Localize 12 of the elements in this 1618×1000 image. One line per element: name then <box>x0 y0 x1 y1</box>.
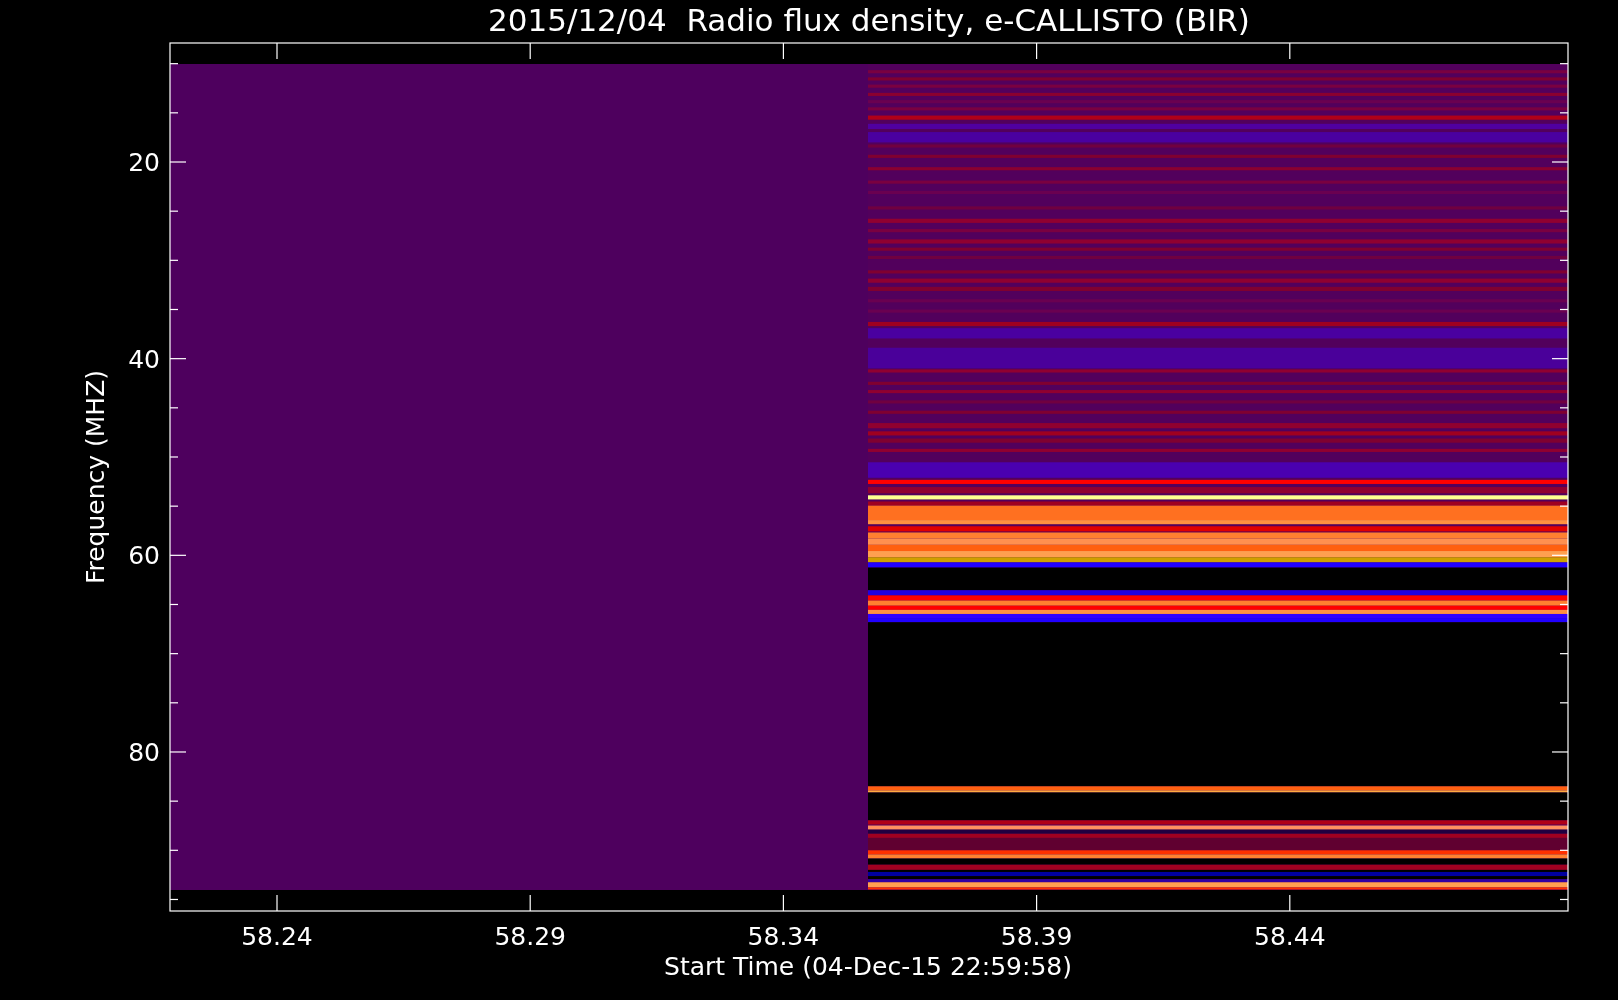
tick-label: 60 <box>128 541 160 571</box>
tick-label: 80 <box>128 738 160 767</box>
tick-label: 20 <box>128 148 160 177</box>
tick-label: 58.24 <box>241 922 313 951</box>
tick-label: 58.34 <box>747 922 820 951</box>
tick-label: 40 <box>128 344 160 374</box>
tick-label: 58.29 <box>494 922 566 951</box>
axis-label: Start Time (04-Dec-15 22:59:58) <box>664 952 1072 981</box>
axis-label: Frequency (MHZ) <box>81 369 110 585</box>
tick-label: 58.39 <box>1000 922 1073 951</box>
plot-title: 2015/12/04 Radio flux density, e-CALLISTO (BIR) <box>488 2 1250 38</box>
tick-label: 58.44 <box>1254 922 1326 951</box>
